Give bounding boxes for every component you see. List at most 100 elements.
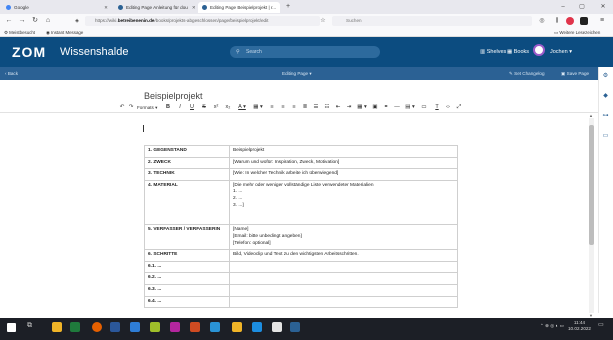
row-key[interactable]: 3. TECHNIK bbox=[144, 168, 230, 181]
row-key[interactable]: 6.3. ... bbox=[144, 283, 230, 297]
account-icon[interactable] bbox=[580, 17, 588, 25]
source-code-icon[interactable]: ‹› bbox=[444, 103, 452, 112]
notification-icon[interactable]: ▭ bbox=[598, 322, 604, 328]
scroll-up-icon[interactable]: ▲ bbox=[589, 113, 593, 118]
redo-icon[interactable]: ↷ bbox=[127, 103, 135, 112]
word-icon[interactable] bbox=[110, 322, 120, 332]
project-table[interactable]: 1. GEGENSTAND Beispielprojekt 2. ZWECK [War… bbox=[144, 145, 458, 309]
browser-tab-beispielprojekt[interactable]: Editing Page Beispielprojekt | r... ✕ bbox=[198, 2, 280, 13]
align-right-icon[interactable]: ≡ bbox=[290, 103, 298, 112]
close-icon[interactable]: ✕ bbox=[100, 5, 108, 11]
superscript-icon[interactable]: x² bbox=[212, 103, 220, 112]
row-key[interactable]: 6.4. ... bbox=[144, 295, 230, 309]
excel-icon[interactable] bbox=[70, 322, 80, 332]
new-tab-button[interactable]: + bbox=[286, 2, 290, 12]
back-arrow-icon[interactable]: ← bbox=[4, 15, 14, 27]
text-color-icon[interactable]: A ▾ bbox=[236, 103, 248, 112]
set-changelog-button[interactable]: ✎ Set Changelog bbox=[509, 70, 545, 77]
align-left-icon[interactable]: ≡ bbox=[268, 103, 276, 112]
tag-icon[interactable]: ◆ bbox=[600, 92, 611, 99]
app-icon[interactable] bbox=[150, 322, 160, 332]
row-key[interactable]: 6.2. ... bbox=[144, 272, 230, 285]
scrollbar-thumb[interactable] bbox=[589, 125, 594, 245]
row-key[interactable]: 1. GEGENSTAND bbox=[144, 145, 230, 158]
browser-search-input[interactable]: Suchen bbox=[332, 16, 532, 26]
table-row[interactable]: 4. MATERIAL [Die mehr oder weniger vollst… bbox=[144, 179, 458, 226]
underline-icon[interactable]: U bbox=[188, 103, 196, 112]
table-row[interactable]: 3. TECHNIK [Wie: In welcher Technik arbei… bbox=[144, 168, 458, 181]
row-value[interactable] bbox=[229, 272, 458, 285]
bullet-list-icon[interactable]: ☰ bbox=[312, 103, 320, 112]
undo-icon[interactable]: ↶ bbox=[118, 103, 126, 112]
link-icon[interactable]: ⚭ bbox=[382, 103, 390, 112]
table-row[interactable]: 6.1. ... bbox=[144, 260, 458, 274]
firefox-icon[interactable] bbox=[92, 322, 102, 332]
shield-icon[interactable]: ◈ bbox=[72, 15, 82, 27]
table-row[interactable]: 6.3. ... bbox=[144, 283, 458, 297]
row-key[interactable]: 6. SCHRITTE bbox=[144, 249, 230, 262]
align-justify-icon[interactable]: ≣ bbox=[301, 103, 309, 112]
row-value[interactable]: Beispielprojekt bbox=[229, 145, 458, 158]
forward-arrow-icon[interactable]: → bbox=[17, 15, 27, 27]
app-icon[interactable] bbox=[272, 322, 282, 332]
minimize-icon[interactable]: – bbox=[556, 2, 570, 12]
row-value[interactable]: [Name] [Email: bitte unbedingt angeben] [T… bbox=[229, 224, 458, 251]
url-bar[interactable]: https://wiki.betreibenenin.de/books/proj… bbox=[85, 16, 320, 26]
formats-dropdown[interactable]: Formats ▾ bbox=[137, 103, 157, 112]
row-value[interactable]: [Die mehr oder weniger vollständige List… bbox=[229, 179, 458, 226]
media-icon[interactable]: ▭ bbox=[420, 103, 428, 112]
app-logo[interactable]: ZOM bbox=[12, 44, 46, 60]
table-row[interactable]: 6.2. ... bbox=[144, 272, 458, 285]
bookmark-meistbesucht[interactable]: ⚙ Meistbesucht bbox=[4, 29, 35, 36]
table-row[interactable]: 6. SCHRITTE Bild, Videoclip und Text zu d… bbox=[144, 249, 458, 262]
fullscreen-icon[interactable]: ⤢ bbox=[455, 103, 463, 112]
bookmark-other[interactable]: ▭ Weitere Lesezeichen bbox=[554, 29, 600, 36]
start-icon[interactable] bbox=[7, 323, 16, 332]
horizontal-rule-icon[interactable]: — bbox=[393, 103, 401, 112]
bookmark-instant-message[interactable]: ◉ Instant Message bbox=[46, 29, 83, 36]
app-icon[interactable] bbox=[232, 322, 242, 332]
system-tray-icons[interactable]: ⌃ ⊕ ◎ ◐ ▭ bbox=[540, 323, 564, 329]
settings-icon[interactable]: ⚙ bbox=[600, 72, 611, 79]
browser-tab-anleitung[interactable]: Editing Page Anleitung für dou ✕ bbox=[114, 2, 196, 13]
table-row[interactable]: 1. GEGENSTAND Beispielprojekt bbox=[144, 145, 458, 158]
close-icon[interactable]: ✕ bbox=[276, 5, 280, 11]
window-close-icon[interactable]: ✕ bbox=[596, 2, 610, 12]
strikethrough-icon[interactable]: S bbox=[200, 103, 208, 112]
app-icon[interactable] bbox=[210, 322, 220, 332]
row-value[interactable] bbox=[229, 283, 458, 297]
outdent-icon[interactable]: ⇤ bbox=[334, 103, 342, 112]
table-row[interactable]: 5. VERFASSER / VERFASSERIN [Name] [Email: … bbox=[144, 224, 458, 251]
numbered-list-icon[interactable]: ☷ bbox=[323, 103, 331, 112]
extension-icon[interactable] bbox=[566, 17, 574, 25]
table-row[interactable]: 6.4. ... bbox=[144, 295, 458, 309]
row-value[interactable]: Bild, Videoclip und Text zu den wichtigs… bbox=[229, 249, 458, 262]
menu-icon[interactable]: ≡ bbox=[597, 15, 607, 27]
template-icon[interactable]: ▭ bbox=[600, 132, 611, 139]
image-icon[interactable]: ▣ bbox=[371, 103, 379, 112]
library-icon[interactable]: ⫼ bbox=[552, 15, 562, 27]
editing-page-label[interactable]: Editing Page ▾ bbox=[282, 70, 312, 77]
browser-tab-google[interactable]: Google ✕ bbox=[2, 2, 112, 13]
highlight-icon[interactable]: ▦ ▾ bbox=[252, 103, 264, 112]
code-block-icon[interactable]: ▤ ▾ bbox=[404, 103, 416, 112]
row-value[interactable]: [Warum und wofür: Inspiration, Zweck, Mo… bbox=[229, 156, 458, 170]
app-search-input[interactable]: ⚲ Search bbox=[230, 46, 380, 58]
reload-icon[interactable]: ↻ bbox=[30, 15, 40, 27]
save-page-button[interactable]: ▣ Save Page bbox=[561, 70, 589, 77]
attachment-icon[interactable]: ⊶ bbox=[600, 112, 611, 119]
page-title-input[interactable]: Beispielprojekt bbox=[144, 90, 203, 102]
row-value[interactable]: [Wie: In welcher Technik arbeite ich übe… bbox=[229, 168, 458, 181]
app-icon[interactable] bbox=[190, 322, 200, 332]
app-title[interactable]: Wissenshalde bbox=[60, 44, 128, 60]
app-icon[interactable] bbox=[130, 322, 140, 332]
row-value[interactable] bbox=[229, 295, 458, 309]
table-icon[interactable]: ▦ ▾ bbox=[356, 103, 368, 112]
close-icon[interactable]: ✕ bbox=[188, 5, 196, 11]
back-link[interactable]: ‹ Back bbox=[5, 70, 18, 77]
row-key[interactable]: 2. ZWECK bbox=[144, 156, 230, 170]
table-row[interactable]: 2. ZWECK [Warum und wofür: Inspiration, Z… bbox=[144, 156, 458, 170]
clock[interactable]: 11:44 10.02.2022 bbox=[568, 320, 591, 332]
nav-shelves[interactable]: ▥ Shelves bbox=[480, 47, 506, 57]
bold-icon[interactable]: B bbox=[164, 103, 172, 112]
